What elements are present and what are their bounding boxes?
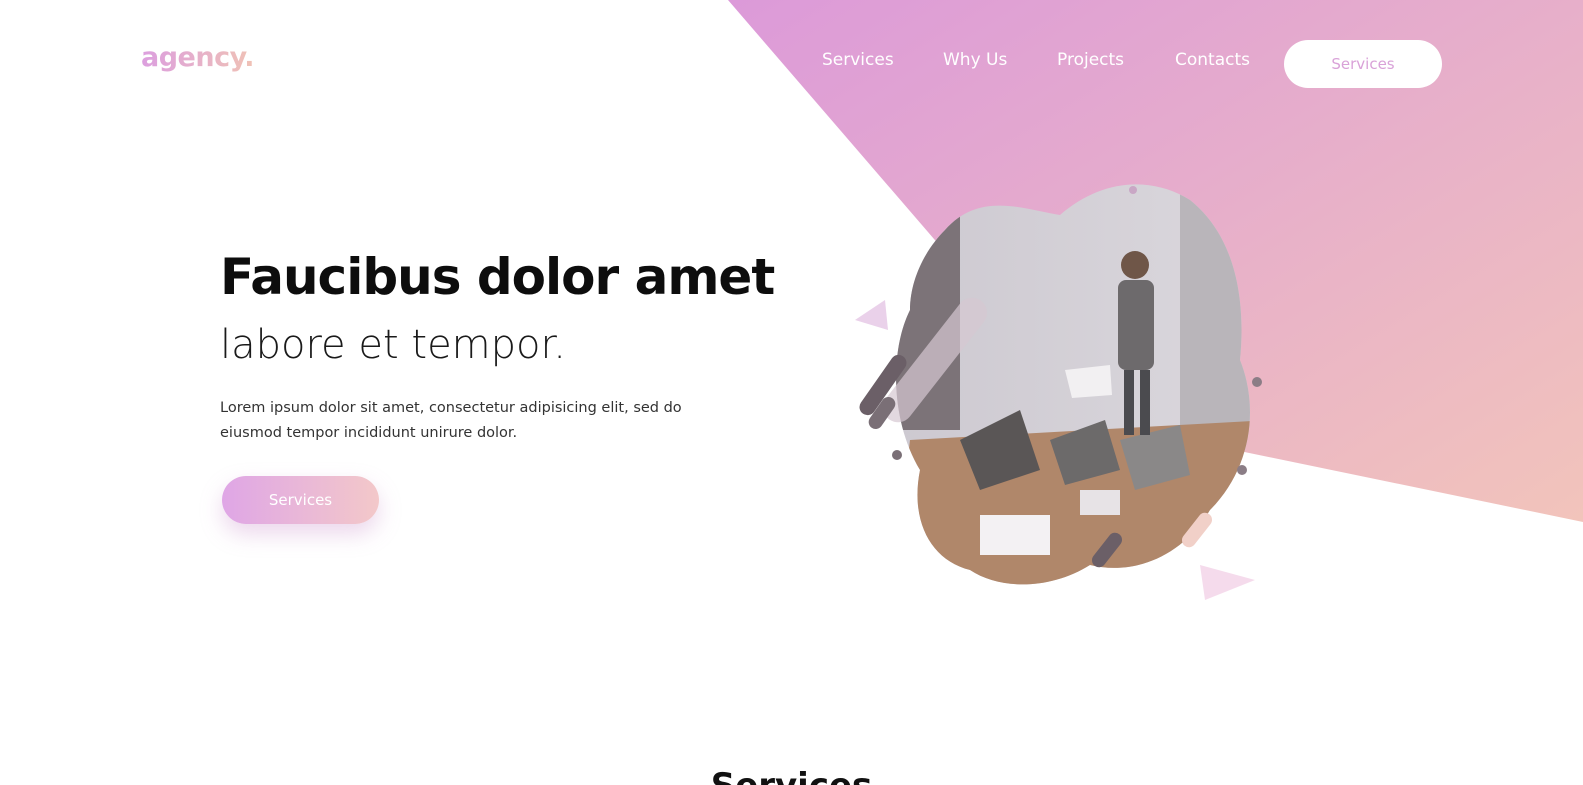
section-heading: Services xyxy=(0,766,1583,785)
hero-description: Lorem ipsum dolor sit amet, consectetur … xyxy=(220,400,682,441)
hero-background-shape xyxy=(728,0,1583,522)
hero-cta-button[interactable]: Services xyxy=(222,476,379,524)
nav-item-why-us[interactable]: Why Us xyxy=(943,50,1007,70)
hero-subtitle: labore et tempor. xyxy=(220,322,566,368)
nav-cta-button[interactable]: Services xyxy=(1284,40,1442,88)
office-meeting-illustration xyxy=(855,184,1262,600)
nav-item-services[interactable]: Services xyxy=(822,50,894,70)
nav-item-contacts[interactable]: Contacts xyxy=(1175,50,1250,70)
hero-title: Faucibus dolor amet xyxy=(220,248,775,306)
nav-item-projects[interactable]: Projects xyxy=(1057,50,1124,70)
